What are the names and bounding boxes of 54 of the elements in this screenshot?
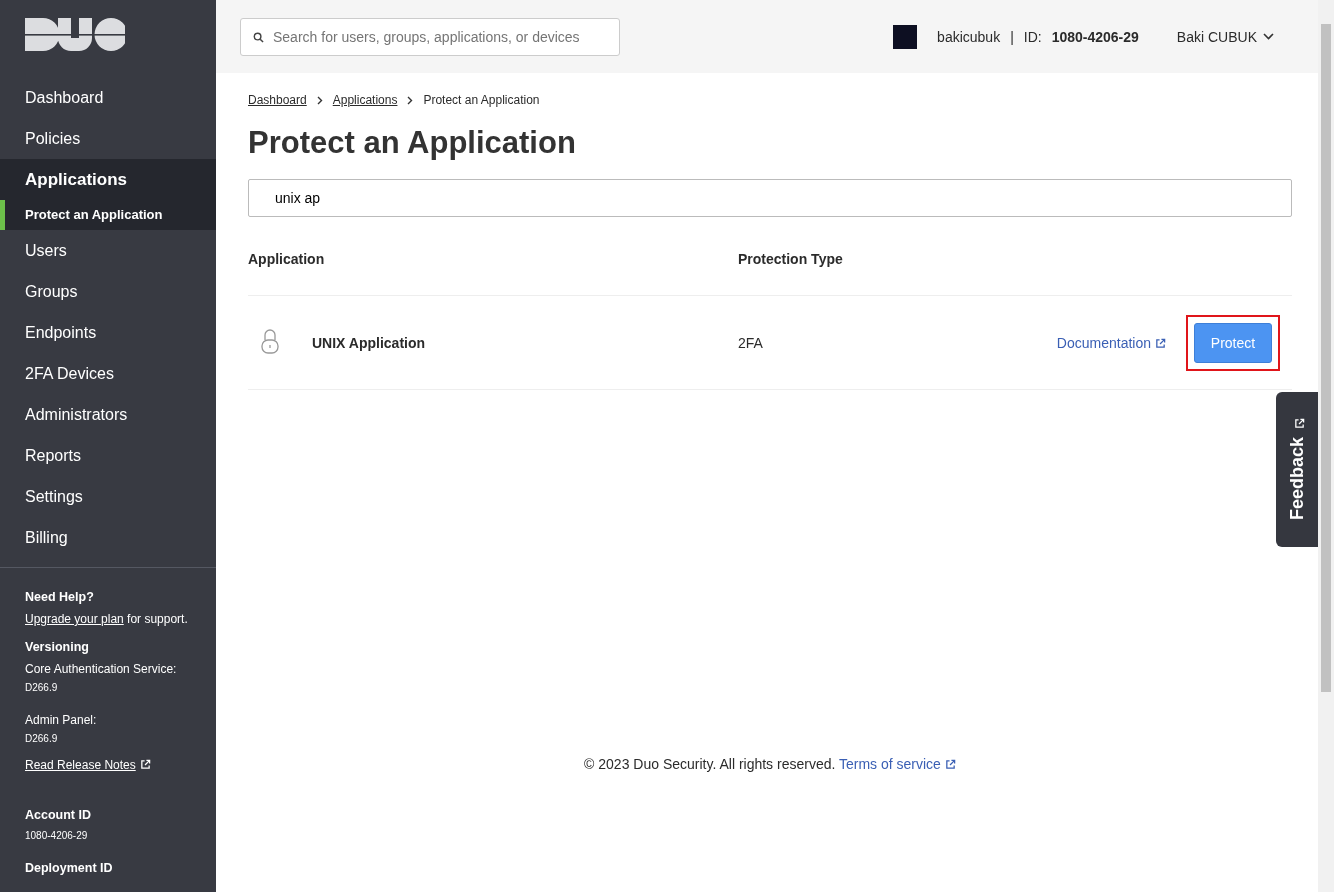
breadcrumb-link[interactable]: Applications (332, 93, 398, 107)
version-label: Admin Panel: (25, 713, 98, 727)
breadcrumb-current: Protect an Application (423, 93, 540, 107)
external-link-icon (139, 759, 151, 770)
nav-item[interactable]: Administrators (0, 394, 216, 435)
nav-item[interactable]: Endpoints (0, 312, 216, 353)
search-field[interactable]: Search for users, groups, applications, or devices (240, 17, 620, 56)
chevron-down-icon (1263, 33, 1274, 40)
account-menu-button[interactable]: Baki CUBUK (1176, 28, 1274, 45)
separator: | (1010, 28, 1014, 45)
avatar-photo-placeholder (893, 24, 918, 49)
nav-item[interactable]: Dashboard (0, 77, 216, 118)
versioning-heading: Versioning (25, 640, 90, 654)
application-name: UNIX Application (312, 334, 427, 351)
version-label: Core Authentication Service: (25, 662, 178, 676)
account-id-heading: Account ID (25, 808, 92, 822)
nav-item[interactable]: Applications (0, 159, 216, 200)
copyright-text: © 2023 Duo Security. All rights reserved. Terms of service (248, 756, 1292, 772)
feedback-tab[interactable]: Feedback (1276, 392, 1318, 547)
username: bakicubuk (937, 28, 1001, 45)
deployment-id-heading: Deployment ID (25, 861, 114, 875)
breadcrumb-link[interactable]: Dashboard (248, 93, 307, 107)
help-text: Upgrade your plan for support. (25, 612, 189, 626)
nav-item[interactable]: Settings (0, 476, 216, 517)
column-header: Protection Type (738, 251, 843, 267)
nav-item[interactable]: Policies (0, 118, 216, 159)
nav-item[interactable]: Users (0, 230, 216, 271)
page-title: Protect an Application (248, 125, 577, 161)
nav-item[interactable]: Billing (0, 517, 216, 558)
terms-link[interactable]: Terms of service (839, 756, 956, 772)
logo-icon (25, 18, 125, 51)
version-value: D266.9 (25, 733, 59, 744)
filter-field[interactable]: unix ap (248, 179, 1292, 217)
column-header: Application (248, 251, 326, 267)
padlock-icon (261, 328, 279, 354)
id-label: ID: (1023, 28, 1042, 45)
nav-item[interactable]: 2FA Devices (0, 353, 216, 394)
release-notes-link[interactable]: Read Release Notes (25, 758, 151, 772)
account-id-value: 1080-4206-29 (25, 830, 89, 841)
upgrade-link[interactable]: Upgrade your plan (25, 612, 124, 626)
scrollbar[interactable] (1318, 0, 1334, 892)
external-link-icon (1155, 337, 1166, 349)
nav-item[interactable]: Groups (0, 271, 216, 312)
chevron-right-icon (316, 95, 323, 105)
account-id: 1080-4206-29 (1051, 28, 1139, 45)
version-value: D266.9 (25, 682, 59, 693)
chevron-right-icon (407, 95, 414, 105)
external-link-icon (1293, 418, 1305, 430)
search-icon (253, 31, 264, 43)
help-heading: Need Help? (25, 590, 95, 604)
protection-type: 2FA (738, 334, 764, 351)
nav-item[interactable]: Reports (0, 435, 216, 476)
documentation-link[interactable]: Documentation (1056, 334, 1166, 351)
external-link-icon (944, 759, 956, 770)
